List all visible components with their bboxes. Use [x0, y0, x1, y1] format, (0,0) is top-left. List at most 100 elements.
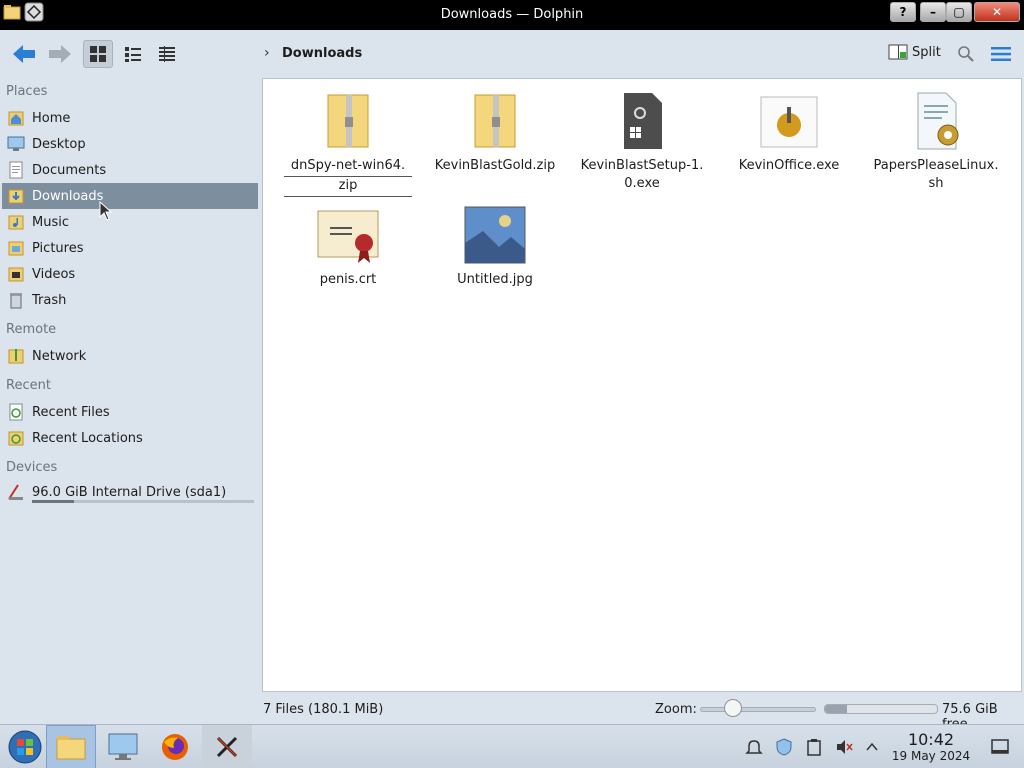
clock-date: 19 May 2024 — [891, 749, 971, 763]
section-remote: Remote — [6, 322, 57, 337]
taskbar: 10:42 19 May 2024 — [0, 724, 1024, 768]
sidebar-item-desktop[interactable]: Desktop — [2, 131, 258, 157]
forward-button[interactable] — [44, 40, 76, 68]
downloads-icon — [8, 189, 24, 204]
file-name: PapersPleaseLinux. — [873, 158, 999, 173]
split-icon — [888, 44, 908, 60]
taskbar-dolphin[interactable] — [46, 725, 96, 768]
folder-icon — [56, 736, 86, 760]
hamburger-menu-button[interactable] — [988, 40, 1014, 68]
icons-view-button[interactable] — [83, 40, 113, 68]
sidebar-item-label: Desktop — [32, 136, 86, 152]
sidebar-item-pictures[interactable]: Pictures — [2, 235, 258, 261]
maximize-button[interactable]: ▢ — [946, 2, 972, 22]
back-arrow-icon — [13, 45, 35, 63]
taskbar-system-settings[interactable] — [98, 725, 148, 768]
tray-expand-icon[interactable] — [862, 737, 882, 757]
split-button[interactable]: Split — [888, 42, 941, 62]
title-bar: Downloads — Dolphin ? – ▢ ✕ — [0, 0, 1024, 30]
system-settings-icon — [108, 733, 138, 760]
zip-folder-icon — [474, 94, 516, 148]
file-item[interactable]: KevinOffice.exe — [725, 89, 853, 175]
close-button[interactable]: ✕ — [974, 2, 1020, 22]
minimize-button[interactable]: – — [920, 2, 946, 22]
image-thumbnail-icon — [464, 206, 526, 264]
file-name: zip — [284, 177, 412, 197]
clock[interactable]: 10:42 19 May 2024 — [888, 730, 974, 764]
zip-folder-icon — [327, 94, 369, 148]
application-icon — [760, 96, 818, 148]
taskbar-x-app[interactable] — [202, 725, 252, 768]
network-icon — [8, 349, 24, 364]
breadcrumb-arrow-icon[interactable]: › — [264, 45, 270, 61]
details-view-button[interactable] — [152, 40, 182, 68]
trash-icon — [10, 293, 22, 309]
compact-view-button[interactable] — [118, 40, 148, 68]
vault-icon[interactable] — [774, 737, 794, 757]
icons-view-icon — [90, 46, 106, 62]
details-view-icon — [159, 46, 175, 62]
executable-icon — [624, 93, 662, 149]
file-name: penis.crt — [319, 272, 377, 287]
zoom-slider-handle[interactable] — [724, 699, 742, 717]
sidebar-item-home[interactable]: Home — [2, 105, 258, 131]
file-name: KevinBlastGold.zip — [434, 158, 556, 173]
music-icon — [8, 215, 24, 230]
clipboard-icon[interactable] — [804, 737, 824, 757]
home-icon — [8, 111, 24, 126]
documents-icon — [9, 161, 23, 179]
file-item[interactable]: KevinBlastGold.zip — [431, 89, 559, 175]
sidebar-item-downloads[interactable]: Downloads — [2, 183, 258, 209]
file-name: KevinBlastSetup-1. — [580, 158, 704, 173]
volume-muted-icon[interactable] — [834, 737, 854, 757]
sidebar-item-label: 96.0 GiB Internal Drive (sda1) — [32, 484, 227, 500]
help-button[interactable]: ? — [890, 2, 916, 22]
file-item[interactable]: PapersPleaseLinux. sh — [872, 89, 1000, 193]
sidebar-item-videos[interactable]: Videos — [2, 261, 258, 287]
sidebar-item-label: Documents — [32, 162, 107, 178]
file-name: 0.exe — [624, 176, 660, 191]
recent-files-icon — [9, 403, 23, 421]
show-desktop-icon[interactable] — [990, 737, 1010, 757]
sidebar-item-label: Pictures — [32, 240, 84, 256]
file-item[interactable]: dnSpy-net-win64. zip — [284, 89, 412, 197]
sidebar-item-trash[interactable]: Trash — [2, 287, 258, 313]
file-item[interactable]: Untitled.jpg — [431, 203, 559, 289]
section-places: Places — [6, 84, 48, 99]
sidebar-item-documents[interactable]: Documents — [2, 157, 258, 183]
file-item[interactable]: penis.crt — [284, 203, 412, 289]
file-name: Untitled.jpg — [457, 272, 533, 287]
toolbar: › Downloads Split — [0, 30, 1024, 78]
sidebar-item-network[interactable]: Network — [2, 343, 258, 369]
clock-time: 10:42 — [907, 730, 955, 749]
notifications-icon[interactable] — [744, 737, 764, 757]
sidebar-item-label: Music — [32, 214, 69, 230]
drive-usage-bar — [32, 500, 254, 503]
zoom-slider[interactable] — [700, 707, 816, 712]
search-icon — [958, 46, 974, 62]
breadcrumb[interactable]: Downloads — [282, 46, 362, 61]
file-name: sh — [928, 176, 944, 191]
sidebar-item-recent-locations[interactable]: Recent Locations — [2, 425, 258, 451]
script-icon — [917, 92, 959, 150]
forward-arrow-icon — [49, 45, 71, 63]
sidebar-item-label: Recent Locations — [32, 430, 143, 446]
certificate-icon — [317, 210, 379, 263]
search-button[interactable] — [954, 40, 978, 68]
hamburger-menu-icon — [991, 47, 1011, 61]
firefox-icon — [162, 734, 188, 760]
places-panel: Places Home Desktop Documents Downloads … — [0, 78, 262, 724]
drive-icon — [8, 484, 23, 500]
sidebar-item-label: Home — [32, 110, 71, 126]
sidebar-item-label: Network — [32, 348, 87, 364]
back-button[interactable] — [8, 40, 40, 68]
file-view[interactable]: dnSpy-net-win64. zip KevinBlastGold.zip … — [262, 78, 1022, 692]
status-bar: 7 Files (180.1 MiB) Zoom: 75.6 GiB free — [0, 696, 1024, 732]
start-button[interactable] — [0, 725, 50, 768]
sidebar-item-music[interactable]: Music — [2, 209, 258, 235]
taskbar-firefox[interactable] — [150, 725, 200, 768]
file-item[interactable]: KevinBlastSetup-1. 0.exe — [578, 89, 706, 193]
start-orb-icon — [8, 730, 42, 764]
videos-icon — [8, 267, 24, 282]
sidebar-item-recent-files[interactable]: Recent Files — [2, 399, 258, 425]
